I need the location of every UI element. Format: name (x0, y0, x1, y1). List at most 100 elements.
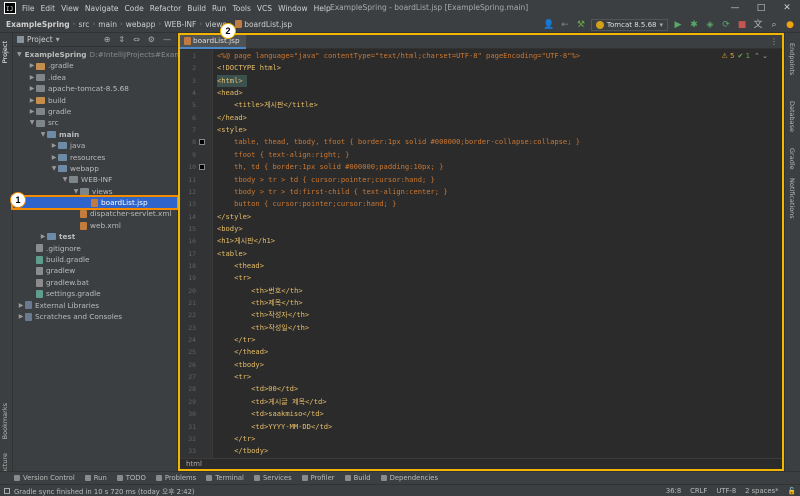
chevron-right-icon[interactable]: ▶ (17, 311, 25, 322)
line-number[interactable]: 25 (180, 348, 196, 356)
menu-view[interactable]: View (61, 4, 79, 13)
status-message[interactable]: Gradle sync finished in 10 s 720 ms (tod… (14, 486, 195, 496)
line-number[interactable]: 30 (180, 410, 196, 418)
tool-window-todo[interactable]: TODO (116, 474, 146, 482)
chevron-down-icon[interactable]: ▼ (50, 163, 58, 174)
line-number[interactable]: 19 (180, 274, 196, 282)
line-number[interactable]: 23 (180, 324, 196, 332)
code-line[interactable]: </tbody> (217, 445, 268, 457)
code-line[interactable]: <tbody> (217, 359, 264, 371)
line-number[interactable]: 15 (180, 225, 196, 233)
line-number[interactable]: 31 (180, 423, 196, 431)
line-number[interactable]: 3 (180, 77, 196, 85)
line-number[interactable]: 28 (180, 385, 196, 393)
code-line[interactable]: </tr> (217, 433, 255, 445)
breadcrumb-webapp[interactable]: webapp (126, 20, 156, 29)
code-line[interactable]: <%@ page language="java" contentType="te… (217, 50, 580, 62)
breadcrumb-file[interactable]: boardList.jsp (235, 20, 292, 29)
code-line[interactable]: <td>게시글 제목</td> (217, 396, 326, 408)
code-line[interactable]: <table> (217, 248, 247, 260)
line-number[interactable]: 12 (180, 188, 196, 196)
caret-position[interactable]: 36:8 (666, 487, 681, 495)
chevron-down-icon[interactable]: ▼ (39, 129, 47, 140)
chevron-right-icon[interactable]: ▶ (28, 83, 36, 94)
menu-navigate[interactable]: Navigate (85, 4, 119, 13)
editor-tab-boardlist[interactable]: boardList.jsp (180, 34, 246, 49)
back-icon[interactable]: ← (559, 19, 571, 31)
tree-item[interactable]: settings.gradle (13, 288, 177, 299)
menu-edit[interactable]: Edit (41, 4, 56, 13)
code-line[interactable]: button { cursor:pointer;cursor:hand; } (217, 198, 396, 210)
maximize-button[interactable]: □ (748, 0, 774, 16)
gear-icon[interactable]: ⚙ (148, 35, 155, 44)
chevron-right-icon[interactable]: ▶ (28, 60, 36, 71)
more-tabs-icon[interactable]: ⋮ (770, 37, 778, 46)
code-line[interactable]: <td>YYYY-MM-DD</td> (217, 421, 332, 433)
line-number[interactable]: 22 (180, 311, 196, 319)
profile-icon[interactable]: ⟳ (720, 19, 732, 31)
status-layout-icon[interactable] (4, 487, 10, 494)
code-line[interactable]: table, thead, tbody, tfoot { border:1px … (217, 136, 580, 148)
line-number[interactable]: 24 (180, 336, 196, 344)
code-line[interactable]: <style> (217, 124, 247, 136)
notifications-tool-tab[interactable]: Notifications (788, 178, 796, 219)
line-number[interactable]: 5 (180, 101, 196, 109)
code-line[interactable]: </head> (217, 112, 247, 124)
navigate-highlights-icon[interactable]: ⌃ ⌄ (754, 52, 768, 60)
typo-count[interactable]: ✔ 1 (737, 52, 750, 60)
tree-item[interactable]: ▼ main (13, 129, 177, 140)
code-line[interactable]: <html> (217, 74, 247, 87)
tree-item[interactable]: ▶ resources (13, 152, 177, 163)
tree-item[interactable]: ▶ .idea (13, 72, 177, 83)
chevron-down-icon[interactable]: ▼ (61, 174, 69, 185)
tool-window-dependencies[interactable]: Dependencies (380, 474, 438, 482)
tree-item[interactable]: ▶ build (13, 95, 177, 106)
line-separator[interactable]: CRLF (690, 487, 707, 495)
code-line[interactable]: tfoot { text-align:right; } (217, 149, 349, 161)
line-number[interactable]: 16 (180, 237, 196, 245)
breadcrumb-web-inf[interactable]: WEB-INF (164, 20, 196, 29)
tree-item[interactable]: web.xml (13, 220, 177, 231)
breadcrumb-main[interactable]: main (98, 20, 117, 29)
menu-vcs[interactable]: VCS (257, 4, 272, 13)
tool-window-version-control[interactable]: Version Control (14, 474, 75, 482)
run-icon[interactable]: ▶ (672, 19, 684, 31)
tree-item[interactable]: ▶ test (13, 231, 177, 242)
line-number[interactable]: 26 (180, 361, 196, 369)
collapse-all-icon[interactable]: ⇕ (118, 35, 125, 44)
line-number[interactable]: 9 (180, 151, 196, 159)
code-line[interactable]: <title>게시판</title> (217, 99, 318, 111)
breadcrumb-project[interactable]: ExampleSpring (6, 20, 70, 29)
chevron-right-icon[interactable]: ▶ (17, 300, 25, 311)
menu-build[interactable]: Build (187, 4, 206, 13)
chevron-right-icon[interactable]: ▶ (28, 106, 36, 117)
tool-window-build[interactable]: Build (344, 474, 371, 482)
line-number-gutter[interactable]: 1 2 3 4 5 6 7 8 9 10 11 12 13 14 15 16 17 18 19 20 21 22 23 24 2… (180, 50, 213, 458)
chevron-right-icon[interactable]: ▶ (28, 95, 36, 106)
line-number[interactable]: 8 (180, 138, 196, 146)
tree-item[interactable]: ▶ Scratches and Consoles (13, 311, 177, 322)
line-number[interactable]: 4 (180, 89, 196, 97)
tree-item[interactable]: ▼ WEB-INF (13, 174, 177, 185)
tool-window-services[interactable]: Services (253, 474, 292, 482)
line-number[interactable]: 20 (180, 287, 196, 295)
tree-item[interactable]: .gitignore (13, 243, 177, 254)
menu-code[interactable]: Code (125, 4, 144, 13)
line-number[interactable]: 10 (180, 163, 196, 171)
chevron-down-icon[interactable]: ▾ (56, 35, 60, 44)
code-line[interactable]: th, td { border:1px solid #000000;paddin… (217, 161, 443, 173)
code-line[interactable]: tbody > tr > td:first-child { text-align… (217, 186, 448, 198)
code-area[interactable]: 1 2 3 4 5 6 7 8 9 10 11 12 13 14 15 16 17 18 19 20 21 22 23 24 2… (180, 50, 782, 458)
search-icon[interactable]: ⌕ (768, 19, 780, 31)
tool-window-problems[interactable]: Problems (155, 474, 196, 482)
color-preview-icon[interactable] (199, 164, 205, 171)
bookmarks-tool-tab[interactable]: Bookmarks (1, 403, 9, 439)
minimize-button[interactable]: — (722, 0, 748, 16)
menu-refactor[interactable]: Refactor (150, 4, 181, 13)
indent-setting[interactable]: 2 spaces* (745, 487, 778, 495)
gradle-tool-tab[interactable]: Gradle (788, 148, 796, 170)
code-line[interactable]: <!DOCTYPE html> (217, 62, 281, 74)
line-number[interactable]: 7 (180, 126, 196, 134)
debug-icon[interactable]: ✱ (688, 19, 700, 31)
chevron-right-icon[interactable]: ▶ (39, 231, 47, 242)
